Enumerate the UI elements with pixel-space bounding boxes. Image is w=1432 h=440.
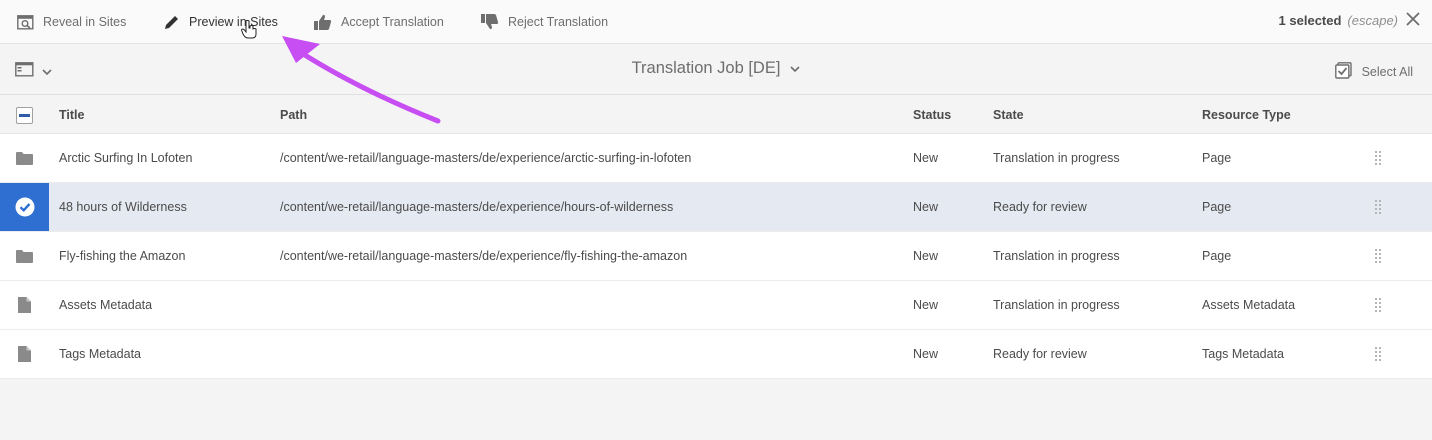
row-path: /content/we-retail/language-masters/de/e… <box>280 200 674 214</box>
reveal-in-sites-label: Reveal in Sites <box>43 15 127 29</box>
job-title-dropdown[interactable]: Translation Job [DE] <box>632 59 801 78</box>
row-state: Translation in progress <box>993 249 1120 263</box>
drag-handle-icon[interactable] <box>1375 183 1381 231</box>
escape-hint: (escape) <box>1347 12 1398 28</box>
select-all-icon <box>1334 62 1352 82</box>
chevron-down-icon <box>790 59 801 78</box>
row-status: New <box>913 151 939 165</box>
folder-icon[interactable] <box>0 232 49 280</box>
close-icon[interactable] <box>1406 12 1422 28</box>
drag-handle-icon[interactable] <box>1375 134 1381 182</box>
row-path: /content/we-retail/language-masters/de/e… <box>280 151 692 165</box>
page-title: Translation Job [DE] <box>631 59 781 77</box>
thumbs-up-icon <box>314 14 332 30</box>
row-resource-type: Tags Metadata <box>1202 347 1284 361</box>
selected-count: 1 selected <box>1278 12 1342 28</box>
document-icon[interactable] <box>0 330 49 378</box>
row-path: /content/we-retail/language-masters/de/e… <box>280 249 688 263</box>
column-header-resource-type[interactable]: Resource Type <box>1202 96 1291 133</box>
row-state: Ready for review <box>993 200 1087 214</box>
table-row[interactable]: Fly-fishing the Amazon /content/we-retai… <box>0 232 1432 281</box>
table-row[interactable]: Assets Metadata New Translation in progr… <box>0 281 1432 330</box>
row-resource-type: Page <box>1202 151 1232 165</box>
row-status: New <box>913 298 939 312</box>
row-resource-type: Assets Metadata <box>1202 298 1296 312</box>
folder-icon[interactable] <box>0 134 49 182</box>
row-resource-type: Page <box>1202 249 1232 263</box>
row-title: Tags Metadata <box>59 347 141 361</box>
drag-handle-icon[interactable] <box>1375 330 1381 378</box>
accept-translation-label: Accept Translation <box>341 15 444 29</box>
row-state: Ready for review <box>993 347 1087 361</box>
selection-info: 1 selected (escape) <box>1279 0 1398 40</box>
table-row[interactable]: Tags Metadata New Ready for review Tags … <box>0 330 1432 379</box>
translation-table: Title Path Status State Resource Type Ar… <box>0 96 1432 379</box>
title-bar: Translation Job [DE] Select All <box>0 45 1432 95</box>
row-state: Translation in progress <box>993 298 1120 312</box>
accept-translation-button[interactable]: Accept Translation <box>314 0 444 44</box>
row-title: Fly-fishing the Amazon <box>59 249 186 263</box>
action-bar: Reveal in Sites Preview in Sites Accept … <box>0 0 1432 44</box>
row-status: New <box>913 347 939 361</box>
job-title-area: Translation Job [DE] <box>0 59 1432 78</box>
reveal-icon <box>17 14 34 30</box>
preview-in-sites-label: Preview in Sites <box>189 15 278 29</box>
drag-handle-icon[interactable] <box>1375 232 1381 280</box>
row-status: New <box>913 249 939 263</box>
document-icon[interactable] <box>0 281 49 329</box>
row-state: Translation in progress <box>993 151 1120 165</box>
reject-translation-button[interactable]: Reject Translation <box>481 0 608 44</box>
preview-in-sites-button[interactable]: Preview in Sites <box>163 0 278 44</box>
pencil-icon <box>163 14 180 31</box>
row-title: Arctic Surfing In Lofoten <box>59 151 193 165</box>
select-all-button[interactable]: Select All <box>1334 62 1413 82</box>
row-title: 48 hours of Wilderness <box>59 200 187 214</box>
reveal-in-sites-button[interactable]: Reveal in Sites <box>17 0 126 44</box>
thumbs-down-icon <box>481 14 499 30</box>
table-row[interactable]: Arctic Surfing In Lofoten /content/we-re… <box>0 134 1432 183</box>
checkmark-circle-icon[interactable] <box>0 183 49 231</box>
reject-translation-label: Reject Translation <box>508 15 609 29</box>
table-row[interactable]: 48 hours of Wilderness /content/we-retai… <box>0 183 1432 232</box>
row-title: Assets Metadata <box>59 298 153 312</box>
column-header-state[interactable]: State <box>993 96 1024 133</box>
table-header: Title Path Status State Resource Type <box>0 96 1432 134</box>
row-status: New <box>913 200 939 214</box>
drag-handle-icon[interactable] <box>1375 281 1381 329</box>
select-all-label: Select All <box>1361 65 1413 79</box>
row-resource-type: Page <box>1202 200 1232 214</box>
hand-cursor-icon <box>240 20 257 44</box>
column-header-path[interactable]: Path <box>280 96 307 133</box>
select-all-checkbox[interactable] <box>16 107 33 124</box>
column-header-title[interactable]: Title <box>59 96 84 133</box>
column-header-status[interactable]: Status <box>913 96 951 133</box>
